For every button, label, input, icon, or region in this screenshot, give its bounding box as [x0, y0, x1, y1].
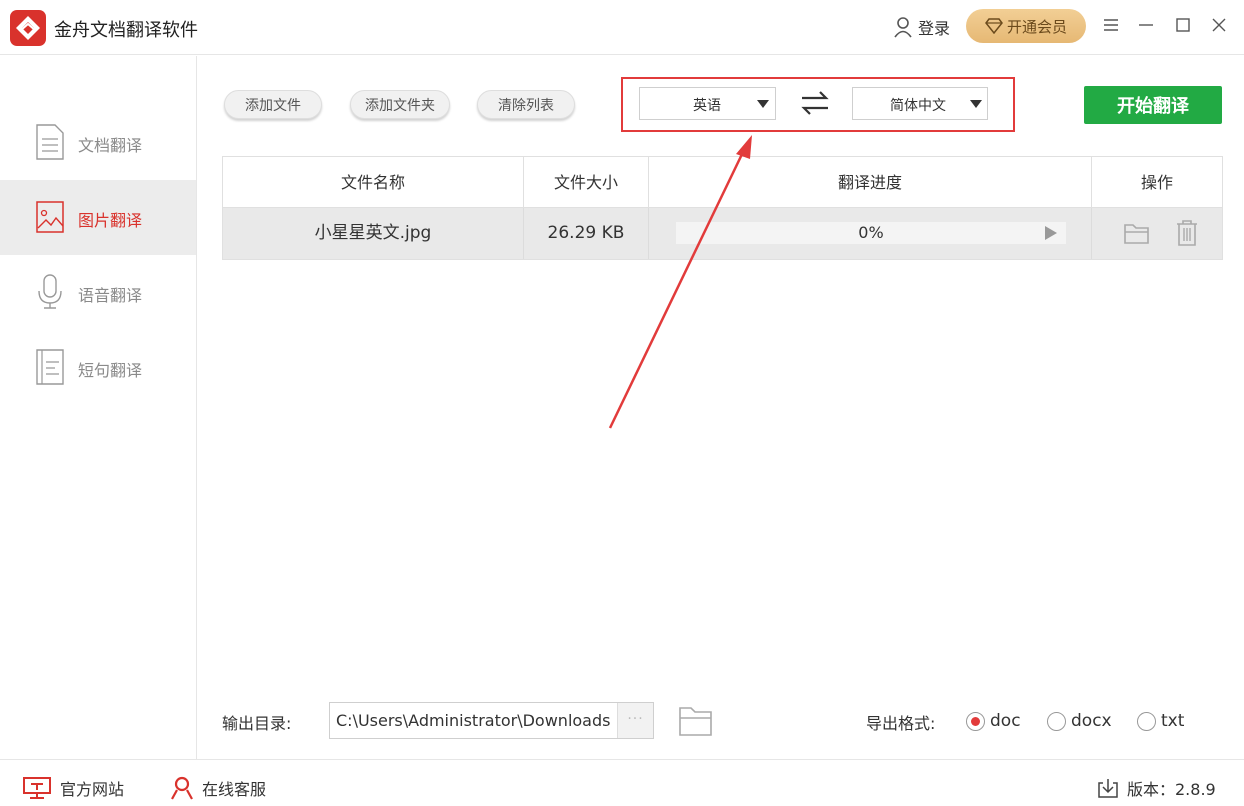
sidebar-item-image[interactable]: 图片翻译	[0, 180, 196, 255]
add-folder-button[interactable]: 添加文件夹	[350, 90, 450, 119]
version-info[interactable]: 版本：2.8.9	[1097, 776, 1216, 800]
format-radio-txt[interactable]: txt	[1137, 710, 1184, 732]
table-header: 文件名称 文件大小 翻译进度 操作	[223, 157, 1222, 208]
maximize-button[interactable]	[1170, 12, 1196, 38]
output-dir-label: 输出目录:	[222, 714, 292, 733]
sidebar-item-label: 短句翻译	[78, 361, 143, 380]
support-label: 在线客服	[202, 780, 267, 799]
radio-icon	[966, 711, 985, 731]
column-header-size: 文件大小	[524, 157, 649, 208]
sidebar-item-label: 文档翻译	[78, 136, 143, 155]
open-output-folder-icon[interactable]	[678, 704, 714, 738]
login-label: 登录	[918, 19, 951, 38]
online-support-link[interactable]: 在线客服	[170, 776, 266, 800]
browse-button[interactable]: ···	[617, 703, 653, 738]
table-row[interactable]: 小星星英文.jpg 26.29 KB 0%	[223, 208, 1222, 259]
app-title: 金舟文档翻译软件	[54, 20, 198, 41]
maximize-icon	[1176, 18, 1190, 32]
chevron-down-icon	[757, 100, 769, 108]
column-header-name: 文件名称	[223, 157, 524, 208]
target-language-select[interactable]: 简体中文	[852, 87, 988, 120]
radio-icon	[1137, 711, 1156, 731]
open-folder-icon[interactable]	[1123, 220, 1151, 246]
sidebar: 文档翻译 图片翻译 语音翻译 短句翻译	[0, 56, 197, 759]
format-label: doc	[990, 711, 1021, 731]
sidebar-item-document[interactable]: 文档翻译	[0, 105, 196, 180]
version-label: 版本：2.8.9	[1127, 780, 1216, 799]
format-label: docx	[1071, 711, 1112, 731]
file-size-cell: 26.29 KB	[524, 208, 649, 259]
trash-icon[interactable]	[1174, 219, 1200, 247]
user-icon	[894, 17, 912, 38]
close-button[interactable]	[1206, 12, 1232, 38]
output-path-field[interactable]: C:\Users\Administrator\Downloads ···	[329, 702, 654, 739]
status-bar: 官方网站 在线客服 版本：2.8.9	[0, 759, 1244, 806]
column-header-progress: 翻译进度	[649, 157, 1092, 208]
support-user-icon	[171, 776, 193, 800]
progress-bar: 0%	[676, 222, 1066, 244]
download-icon	[1098, 779, 1118, 798]
chevron-down-icon	[970, 100, 982, 108]
official-website-link[interactable]: 官方网站	[22, 776, 124, 800]
menu-icon	[1104, 19, 1118, 31]
format-radio-doc[interactable]: doc	[966, 710, 1021, 732]
output-path-value: C:\Users\Administrator\Downloads	[336, 711, 611, 730]
add-file-button[interactable]: 添加文件	[224, 90, 322, 119]
menu-button[interactable]	[1098, 12, 1124, 38]
file-table: 文件名称 文件大小 翻译进度 操作 小星星英文.jpg 26.29 KB 0%	[222, 156, 1223, 260]
close-icon	[1212, 18, 1226, 32]
image-icon	[36, 201, 64, 233]
play-icon[interactable]	[1045, 226, 1057, 240]
target-language-value: 简体中文	[890, 98, 946, 114]
progress-text: 0%	[858, 223, 884, 242]
login-button[interactable]: 登录	[893, 15, 950, 39]
clear-list-button[interactable]: 清除列表	[477, 90, 575, 119]
source-language-value: 英语	[693, 98, 721, 114]
minimize-icon	[1139, 24, 1153, 26]
sidebar-item-voice[interactable]: 语音翻译	[0, 255, 196, 330]
column-header-actions: 操作	[1140, 173, 1173, 192]
document-icon	[36, 124, 64, 160]
app-logo-icon	[10, 10, 46, 46]
minimize-button[interactable]	[1133, 12, 1159, 38]
radio-icon	[1047, 711, 1066, 731]
sidebar-item-label: 图片翻译	[78, 211, 143, 230]
monitor-icon	[23, 777, 51, 799]
diamond-icon	[985, 18, 1003, 34]
format-label: txt	[1161, 711, 1185, 731]
vip-label: 开通会员	[1006, 17, 1067, 36]
sidebar-item-sentence[interactable]: 短句翻译	[0, 330, 196, 405]
app-window: 金舟文档翻译软件 登录 开通会员 文档翻译 图片翻译 语音翻译 短句翻译 添加文…	[0, 0, 1244, 806]
swap-icon[interactable]	[800, 89, 830, 117]
format-radio-docx[interactable]: docx	[1047, 710, 1112, 732]
title-bar: 金舟文档翻译软件 登录 开通会员	[0, 0, 1244, 55]
file-name-cell: 小星星英文.jpg	[223, 208, 524, 259]
sidebar-item-label: 语音翻译	[78, 286, 143, 305]
website-label: 官方网站	[60, 780, 125, 799]
export-format-label: 导出格式:	[866, 714, 936, 733]
microphone-icon	[38, 274, 62, 309]
vip-button[interactable]: 开通会员	[966, 9, 1086, 43]
source-language-select[interactable]: 英语	[639, 87, 776, 120]
start-translate-button[interactable]: 开始翻译	[1084, 86, 1222, 124]
text-lines-icon	[36, 349, 64, 385]
